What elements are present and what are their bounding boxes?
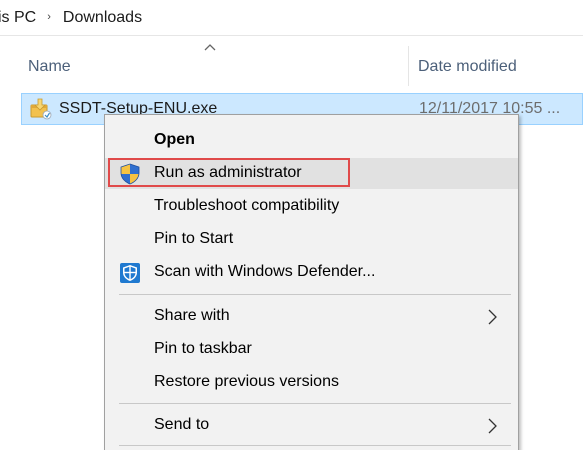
column-header-name[interactable]: Name — [28, 58, 71, 76]
file-explorer-window: is PC › Downloads Name Date modified SSD… — [0, 0, 583, 450]
menu-item-label: Send to — [154, 416, 210, 433]
menu-item-label: Restore previous versions — [154, 373, 339, 390]
menu-item-label: Pin to Start — [154, 230, 234, 247]
context-menu: Open Run as administrator Troubleshoot c… — [104, 114, 519, 450]
windows-defender-icon — [119, 262, 141, 284]
annotation-highlight-box — [108, 158, 350, 187]
menu-item-label: Troubleshoot compatibility — [154, 197, 340, 214]
column-divider[interactable] — [408, 46, 409, 86]
breadcrumb-downloads[interactable]: Downloads — [63, 9, 142, 27]
menu-item-label: Pin to taskbar — [154, 340, 252, 357]
setup-exe-icon — [28, 97, 52, 121]
menu-item-send-to[interactable]: Send to — [105, 410, 518, 441]
menu-item-open[interactable]: Open — [105, 125, 518, 156]
menu-item-pin-to-start[interactable]: Pin to Start — [105, 224, 518, 255]
menu-separator — [119, 403, 511, 404]
menu-item-restore-previous-versions[interactable]: Restore previous versions — [105, 367, 518, 398]
menu-item-share-with[interactable]: Share with — [105, 301, 518, 332]
menu-separator — [119, 294, 511, 295]
breadcrumb-this-pc[interactable]: is PC — [0, 9, 36, 27]
breadcrumb-separator-icon[interactable]: › — [47, 11, 51, 23]
submenu-arrow-icon — [488, 309, 498, 325]
menu-separator — [119, 445, 511, 446]
menu-item-pin-to-taskbar[interactable]: Pin to taskbar — [105, 334, 518, 365]
column-header-date-modified[interactable]: Date modified — [418, 58, 517, 76]
menu-item-label: Scan with Windows Defender... — [154, 263, 376, 280]
submenu-arrow-icon — [488, 418, 498, 434]
sort-ascending-icon — [204, 43, 216, 51]
menu-item-label: Open — [154, 131, 195, 148]
menu-item-troubleshoot-compatibility[interactable]: Troubleshoot compatibility — [105, 191, 518, 222]
menu-item-label: Share with — [154, 307, 230, 324]
address-bar[interactable]: is PC › Downloads — [0, 0, 583, 36]
menu-item-run-as-administrator[interactable]: Run as administrator — [105, 158, 518, 189]
menu-item-scan-with-windows-defender[interactable]: Scan with Windows Defender... — [105, 257, 518, 288]
